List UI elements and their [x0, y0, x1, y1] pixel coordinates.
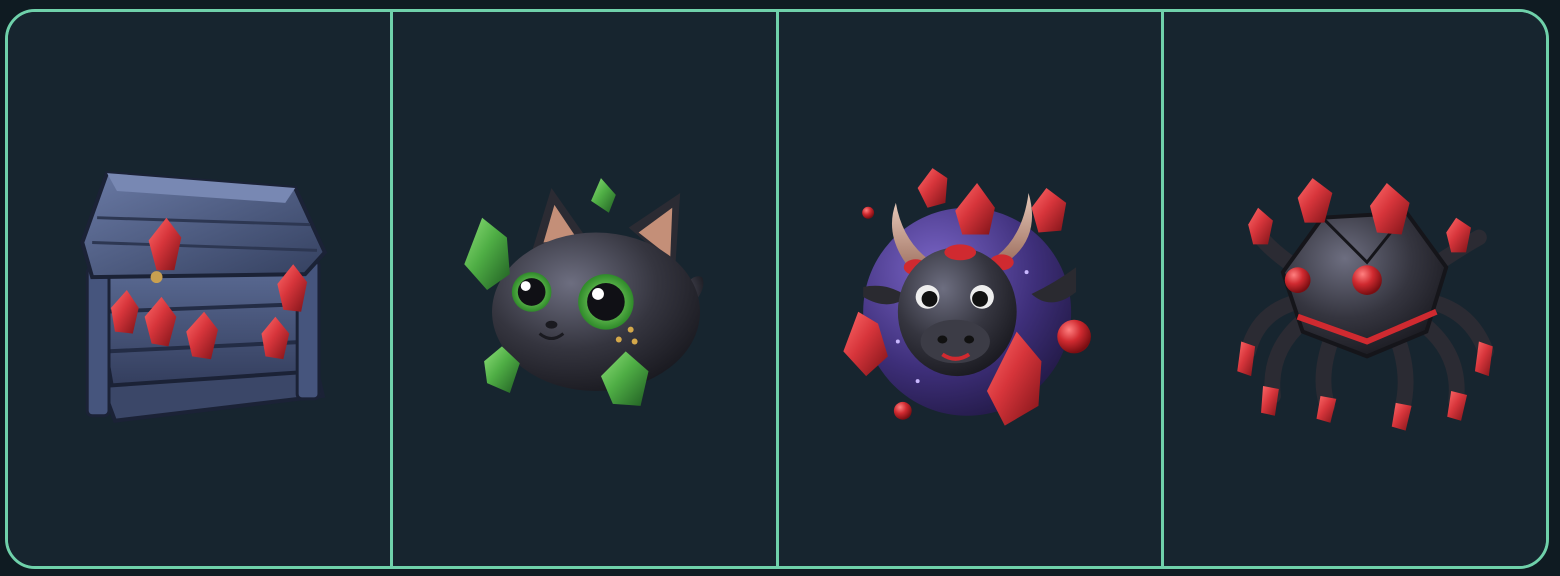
item-slot-spider[interactable] — [1160, 12, 1546, 566]
item-slot-bull[interactable] — [775, 12, 1161, 566]
item-slot-chest[interactable] — [8, 12, 391, 566]
item-slot-cat[interactable] — [390, 12, 776, 566]
black-bull-with-red-gems-icon — [842, 168, 1091, 426]
gem-treasure-chest-icon — [80, 171, 328, 423]
black-cat-with-green-gems-icon — [464, 178, 704, 406]
black-spider-with-red-gems-icon — [1237, 178, 1494, 431]
item-selection-frame — [5, 9, 1549, 569]
